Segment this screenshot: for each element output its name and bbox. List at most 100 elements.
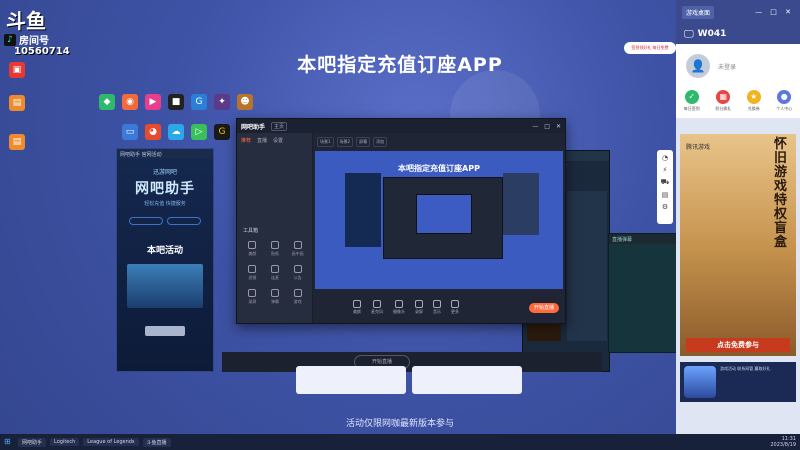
tab-settings[interactable]: 设置 bbox=[273, 137, 283, 144]
coupon-icon: ★ bbox=[746, 90, 761, 104]
record-icon bbox=[415, 299, 423, 308]
app-logo: 网吧助手 bbox=[241, 123, 266, 131]
notice-text: 游戏活动 联系网管 赢取好礼 bbox=[720, 366, 771, 371]
mic-icon bbox=[373, 299, 381, 308]
assistant-web-panel: 网吧助手 官网活动 迅游网吧 网吧助手 轻松充值 快捷服务 本吧活动 bbox=[116, 148, 214, 372]
settings-icon[interactable]: ⚙ bbox=[657, 203, 673, 211]
folder-icon[interactable]: ▤ bbox=[657, 191, 673, 199]
sidebar-topbar: 游戏桌面 — □ ✕ bbox=[676, 0, 800, 24]
minimize-icon[interactable]: — bbox=[532, 123, 538, 130]
app-icon: ◕ bbox=[145, 124, 161, 140]
tool-item[interactable]: 游戏 bbox=[286, 289, 309, 305]
lightning-icon[interactable]: ⚡ bbox=[657, 166, 673, 174]
preview-window bbox=[383, 177, 503, 259]
tiktok-icon: ♪ bbox=[4, 33, 16, 46]
sidebar-window-controls[interactable]: — □ ✕ bbox=[755, 8, 794, 16]
app-icon: ▷ bbox=[191, 124, 207, 140]
app-main: 场景1 场景2 屏幕 添加 本吧指定充值订座APP 美颜 麦克风 摄像头 录屏 … bbox=[313, 133, 565, 323]
desktop-icon[interactable]: ▤ bbox=[2, 95, 32, 113]
tool-item[interactable]: 美颜 bbox=[241, 241, 264, 257]
taskbar-item[interactable]: 网吧助手 bbox=[18, 437, 47, 447]
taskbar-clock[interactable]: 11:31 2023/8/19 bbox=[770, 436, 796, 448]
tool-item[interactable]: 弹幕 bbox=[264, 289, 287, 305]
tool-label: 画中画 bbox=[291, 251, 304, 256]
history-icon[interactable]: ◔ bbox=[657, 154, 673, 162]
tab-live[interactable]: 直播 bbox=[257, 137, 267, 144]
app-icon: G bbox=[214, 124, 230, 140]
bottom-tool[interactable]: 美颜 bbox=[353, 299, 361, 315]
app-sidebar: 推荐 直播 设置 工具箱 美颜 贴纸 画中画 滤镜 连麦 公告 录屏 弹幕 游戏 bbox=[237, 133, 313, 323]
app-icon: ▭ bbox=[122, 124, 138, 140]
avatar[interactable]: 👤 bbox=[686, 54, 710, 78]
quick-actions: ✓ 每日签到 ▦ 积分换礼 ★ 兑换券 ● 个人中心 bbox=[676, 88, 800, 118]
sidebar-tabs: 推荐 直播 设置 bbox=[237, 133, 312, 148]
floating-toolbar: ◔ ⚡ ⛟ ▤ ⚙ bbox=[657, 150, 673, 224]
checkin-button[interactable]: ✓ 每日签到 bbox=[684, 90, 700, 112]
bottom-tool-label: 更多 bbox=[451, 308, 459, 314]
more-icon bbox=[451, 299, 459, 308]
tab-recommend[interactable]: 推荐 bbox=[241, 137, 251, 144]
ad-cta-button[interactable]: 点击免费参与 bbox=[686, 338, 790, 352]
tool-icon bbox=[293, 241, 302, 249]
tool-icon bbox=[248, 265, 257, 273]
gift-button[interactable]: ▦ 积分换礼 bbox=[715, 90, 731, 112]
profile-button[interactable]: ● 个人中心 bbox=[776, 90, 792, 112]
scene-toolbar: 场景1 场景2 屏幕 添加 bbox=[313, 133, 565, 151]
scene-button[interactable]: 场景2 bbox=[336, 137, 354, 147]
ad-title: 怀旧游戏特权盲盒 bbox=[774, 137, 788, 250]
scene-button[interactable]: 屏幕 bbox=[356, 137, 371, 147]
scene-button[interactable]: 添加 bbox=[373, 137, 388, 147]
tool-item[interactable]: 录屏 bbox=[241, 289, 264, 305]
coupon-button[interactable]: ★ 兑换券 bbox=[746, 90, 761, 112]
app-titlebar: 网吧助手 主页 — □ ✕ bbox=[237, 119, 565, 133]
maximize-icon[interactable]: □ bbox=[544, 123, 550, 130]
tool-item[interactable]: 连麦 bbox=[264, 265, 287, 281]
tool-label: 弹幕 bbox=[270, 299, 279, 304]
bottom-tool[interactable]: 摄像头 bbox=[393, 299, 405, 315]
join-button[interactable] bbox=[145, 326, 185, 336]
app-icon: ▤ bbox=[9, 95, 25, 111]
app-icon: ▤ bbox=[9, 134, 25, 150]
more-button[interactable] bbox=[167, 217, 201, 225]
taskbar-item[interactable]: 斗鱼直播 bbox=[142, 437, 171, 447]
taskbar-item[interactable]: Logitech bbox=[50, 438, 80, 446]
stream-preview[interactable]: 本吧指定充值订座APP bbox=[315, 151, 563, 289]
tool-item[interactable]: 滤镜 bbox=[241, 265, 264, 281]
user-section[interactable]: 👤 未登录 bbox=[676, 44, 800, 88]
login-status[interactable]: 未登录 bbox=[718, 62, 736, 71]
brand-title: 网吧助手 bbox=[135, 181, 195, 197]
game-desktop-tab[interactable]: 游戏桌面 bbox=[682, 5, 715, 19]
close-icon[interactable]: ✕ bbox=[556, 123, 561, 130]
bottom-tool[interactable]: 麦克风 bbox=[371, 299, 383, 315]
taskbar-item[interactable]: League of Legends bbox=[83, 438, 139, 446]
tool-item[interactable]: 画中画 bbox=[286, 241, 309, 257]
download-button[interactable] bbox=[129, 217, 163, 225]
monitor-icon: 🖵 bbox=[684, 28, 694, 40]
cart-icon[interactable]: ⛟ bbox=[657, 178, 673, 187]
bottom-tool[interactable]: 音乐 bbox=[433, 299, 441, 315]
app-icon: ■ bbox=[168, 94, 184, 110]
tool-icon bbox=[270, 241, 279, 249]
start-icon[interactable]: ⊞ bbox=[4, 437, 14, 447]
bottom-tool[interactable]: 录屏 bbox=[415, 299, 423, 315]
promo-card[interactable] bbox=[127, 264, 203, 308]
bottom-tool[interactable]: 更多 bbox=[451, 299, 459, 315]
desktop-icon[interactable]: G bbox=[207, 124, 237, 142]
notice-card[interactable]: 游戏活动 联系网管 赢取好礼 bbox=[680, 362, 796, 402]
tool-item[interactable]: 公告 bbox=[286, 265, 309, 281]
bottom-tool-label: 录屏 bbox=[415, 308, 423, 314]
desktop-icon[interactable]: ▤ bbox=[2, 134, 32, 152]
checkin-icon: ✓ bbox=[684, 90, 699, 104]
scene-button[interactable]: 场景1 bbox=[317, 137, 334, 147]
desktop-icon[interactable]: ☻ bbox=[230, 94, 260, 112]
tool-item[interactable]: 贴纸 bbox=[264, 241, 287, 257]
app-icon: ☻ bbox=[237, 94, 253, 110]
promo-banner[interactable]: 腾讯游戏 怀旧游戏特权盲盒 点击免费参与 bbox=[680, 134, 796, 356]
tool-icon bbox=[293, 289, 302, 297]
tool-label: 美颜 bbox=[248, 251, 257, 256]
ad-brand: 腾讯游戏 bbox=[686, 144, 711, 151]
tip-bubble[interactable]: 签到领好礼 每日免费 bbox=[624, 42, 676, 54]
game-list[interactable] bbox=[567, 191, 607, 341]
start-live-button[interactable]: 开始直播 bbox=[529, 303, 559, 313]
app-badge[interactable]: 主页 bbox=[271, 121, 288, 131]
